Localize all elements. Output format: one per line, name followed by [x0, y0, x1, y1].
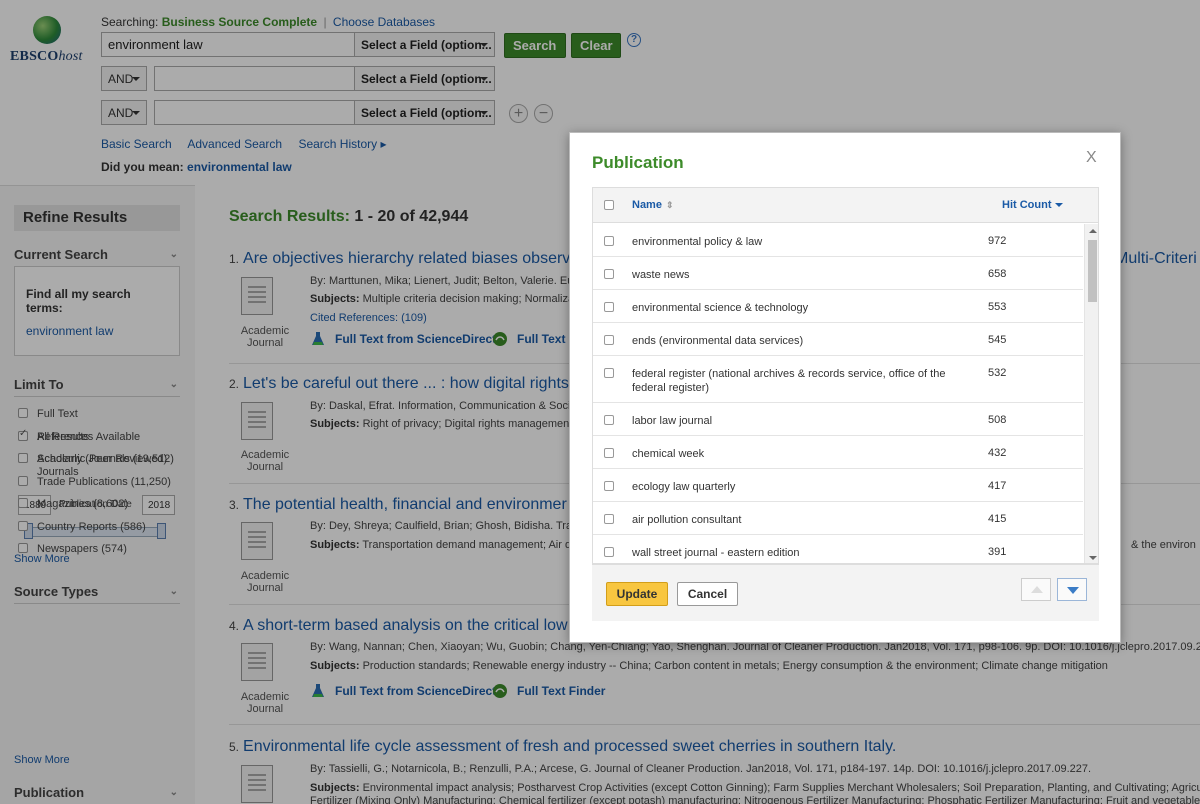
sort-by-hit-count[interactable]: Hit Count	[1002, 199, 1064, 211]
row-checkbox[interactable]	[604, 335, 614, 345]
publication-name: air pollution consultant	[632, 514, 742, 526]
scroll-down-icon[interactable]	[1089, 556, 1097, 560]
sort-icon: ⇕	[665, 200, 674, 210]
publication-rows: environmental policy & law 972 waste news 6…	[593, 224, 1083, 563]
cancel-button[interactable]: Cancel	[677, 582, 738, 606]
row-checkbox[interactable]	[604, 415, 614, 425]
sort-by-name[interactable]: Name ⇕	[632, 199, 674, 211]
hit-count: 432	[988, 447, 1007, 459]
publication-name: wall street journal - eastern edition	[632, 547, 800, 559]
row-checkbox[interactable]	[604, 302, 614, 312]
publication-dialog: Publication X Name ⇕ Hit Count environmen…	[569, 132, 1121, 643]
select-all-checkbox[interactable]	[604, 200, 614, 210]
publication-name: chemical week	[632, 448, 705, 460]
hit-count: 972	[988, 235, 1007, 247]
publication-name: ecology law quarterly	[632, 481, 736, 493]
table-header: Name ⇕ Hit Count	[593, 188, 1098, 223]
publication-table: Name ⇕ Hit Count environmental policy & l…	[592, 187, 1099, 564]
sort-desc-icon	[1055, 203, 1064, 207]
hit-count: 553	[988, 301, 1007, 313]
hit-count: 415	[988, 513, 1007, 525]
close-icon[interactable]: X	[1086, 149, 1097, 167]
publication-name: labor law journal	[632, 415, 713, 427]
table-row[interactable]: wall street journal - eastern edition 391	[593, 535, 1083, 563]
hit-count: 508	[988, 414, 1007, 426]
table-row[interactable]: environmental policy & law 972	[593, 224, 1083, 257]
row-checkbox[interactable]	[604, 269, 614, 279]
publication-name: federal register (national archives & re…	[632, 368, 946, 394]
scrollbar[interactable]	[1084, 224, 1098, 563]
row-checkbox[interactable]	[604, 514, 614, 524]
scrollbar-thumb[interactable]	[1088, 240, 1097, 302]
row-checkbox[interactable]	[604, 547, 614, 557]
table-row[interactable]: waste news 658	[593, 257, 1083, 290]
row-checkbox[interactable]	[604, 236, 614, 246]
publication-name: environmental policy & law	[632, 236, 763, 248]
page-up-button[interactable]	[1021, 578, 1051, 601]
page-down-button[interactable]	[1057, 578, 1087, 601]
dialog-footer: Update Cancel	[592, 564, 1099, 621]
table-row[interactable]: federal register (national archives & re…	[593, 356, 1083, 403]
hit-count: 391	[988, 546, 1007, 558]
table-row[interactable]: air pollution consultant 415	[593, 502, 1083, 535]
row-checkbox[interactable]	[604, 368, 614, 378]
hit-count: 545	[988, 334, 1007, 346]
publication-name: waste news	[632, 269, 690, 281]
table-row[interactable]: environmental science & technology 553	[593, 290, 1083, 323]
table-row[interactable]: ecology law quarterly 417	[593, 469, 1083, 502]
hit-count: 532	[988, 367, 1007, 379]
publication-name: ends (environmental data services)	[632, 335, 804, 347]
update-button[interactable]: Update	[606, 582, 668, 606]
publication-name: environmental science & technology	[632, 302, 809, 314]
hit-count: 417	[988, 480, 1007, 492]
row-checkbox[interactable]	[604, 448, 614, 458]
hit-count: 658	[988, 268, 1007, 280]
dialog-title: Publication	[592, 153, 684, 172]
table-row[interactable]: labor law journal 508	[593, 403, 1083, 436]
table-row[interactable]: ends (environmental data services) 545	[593, 323, 1083, 356]
scroll-up-icon[interactable]	[1089, 229, 1097, 233]
table-row[interactable]: chemical week 432	[593, 436, 1083, 469]
row-checkbox[interactable]	[604, 481, 614, 491]
